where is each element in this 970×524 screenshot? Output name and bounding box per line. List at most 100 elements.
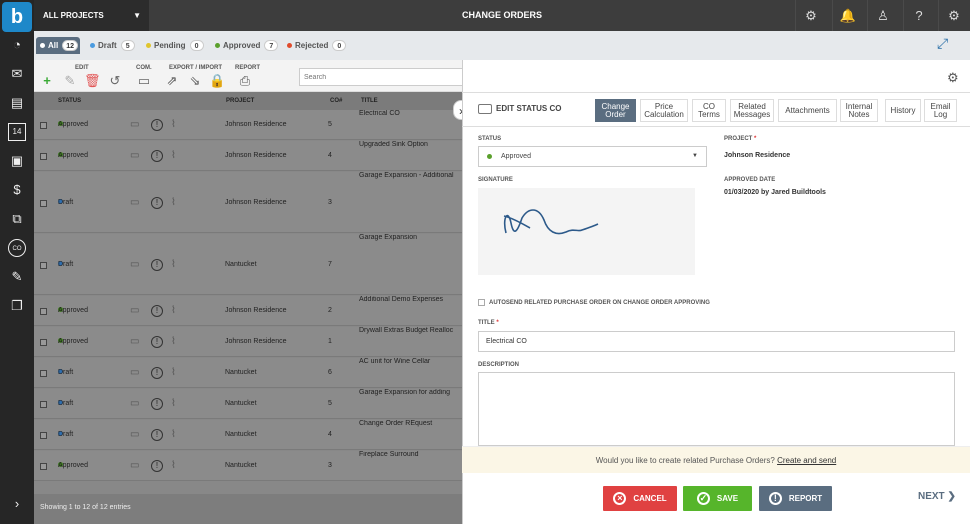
bell-icon[interactable]: 🔔	[832, 0, 863, 31]
alert-icon[interactable]: !	[151, 460, 163, 472]
panel-gear-icon[interactable]: ⚙	[947, 71, 961, 85]
autosend-checkbox[interactable]	[478, 299, 485, 306]
gear-icon[interactable]: ⚙	[938, 0, 969, 31]
table-row[interactable]: Draft ▭! ⌇ Nantucket 4 Change Order REquest	[34, 420, 464, 450]
alert-icon[interactable]: !	[151, 119, 163, 131]
fullscreen-icon[interactable]: ⤢	[937, 35, 948, 52]
alert-icon[interactable]: !	[151, 336, 163, 348]
android-icon[interactable]: ⚙	[795, 0, 826, 31]
alert-icon[interactable]: !	[151, 305, 163, 317]
comment-icon[interactable]: ▭	[130, 429, 139, 440]
row-checkbox[interactable]	[40, 370, 47, 377]
col-co[interactable]: CO#	[330, 98, 342, 104]
import-icon[interactable]: ⇘	[187, 73, 203, 89]
report-button[interactable]: ! REPORT	[759, 486, 832, 511]
add-icon[interactable]: +	[39, 73, 55, 89]
attachment-icon[interactable]: ⌇	[171, 305, 176, 316]
filter-draft[interactable]: Draft 5	[86, 37, 135, 54]
comment-icon[interactable]: ▭	[130, 367, 139, 378]
filter-pending[interactable]: Pending 0	[142, 37, 204, 54]
user-icon[interactable]: ♙	[867, 0, 898, 31]
alert-icon[interactable]: !	[151, 367, 163, 379]
undo-icon[interactable]: ↺	[107, 73, 123, 89]
tab-related-messages[interactable]: Related Messages	[730, 99, 774, 122]
attachment-icon[interactable]: ⌇	[171, 197, 176, 208]
comment-icon[interactable]: ▭	[130, 259, 139, 270]
comment-icon[interactable]: ▭	[130, 336, 139, 347]
row-checkbox[interactable]	[40, 308, 47, 315]
export-icon[interactable]: ⇗	[164, 73, 180, 89]
dashboard-icon[interactable]: ◔	[8, 36, 26, 54]
project-selector[interactable]: ALL PROJECTS ▼	[34, 0, 149, 31]
tab-co-terms[interactable]: CO Terms	[692, 99, 726, 122]
pencil-icon[interactable]: ✎	[62, 73, 78, 89]
signature-pad[interactable]	[478, 188, 695, 275]
app-logo[interactable]: b	[2, 2, 32, 32]
filter-approved[interactable]: Approved 7	[211, 37, 279, 54]
attachment-icon[interactable]: ⌇	[171, 460, 176, 471]
attachment-icon[interactable]: ⌇	[171, 336, 176, 347]
alert-icon[interactable]: !	[151, 429, 163, 441]
comment-icon[interactable]: ▭	[130, 398, 139, 409]
create-and-send-link[interactable]: Create and send	[777, 456, 836, 465]
mail-icon[interactable]: ✉	[8, 65, 26, 83]
alert-icon[interactable]: !	[151, 197, 163, 209]
tab-history[interactable]: History	[885, 99, 921, 122]
table-row[interactable]: Draft ▭! ⌇ Nantucket 7 Garage Expansion	[34, 234, 464, 295]
attachment-icon[interactable]: ⌇	[171, 119, 176, 130]
printer-icon[interactable]: ⎙	[237, 73, 253, 89]
tools-icon[interactable]: ✎	[8, 268, 26, 286]
table-row[interactable]: Approved ▭! ⌇ Nantucket 3 Fireplace Surround	[34, 451, 464, 481]
col-title[interactable]: TITLE	[361, 98, 378, 104]
row-checkbox[interactable]	[40, 463, 47, 470]
comment-icon[interactable]: ▭	[136, 73, 152, 89]
comment-icon[interactable]: ▭	[130, 119, 139, 130]
row-checkbox[interactable]	[40, 401, 47, 408]
briefcase-icon[interactable]: ▣	[8, 152, 26, 170]
tab-attachments[interactable]: Attachments	[778, 99, 837, 122]
comment-icon[interactable]: ▭	[130, 150, 139, 161]
row-checkbox[interactable]	[40, 153, 47, 160]
cancel-button[interactable]: × CANCEL	[603, 486, 677, 511]
attachment-icon[interactable]: ⌇	[171, 429, 176, 440]
alert-icon[interactable]: !	[151, 259, 163, 271]
tab-internal-notes[interactable]: Internal Notes	[840, 99, 878, 122]
row-checkbox[interactable]	[40, 200, 47, 207]
attachment-icon[interactable]: ⌇	[171, 150, 176, 161]
col-status[interactable]: STATUS	[58, 98, 81, 104]
tab-price-calculation[interactable]: Price Calculation	[640, 99, 688, 122]
status-select[interactable]: Approved ▼	[478, 146, 707, 167]
table-row[interactable]: Draft ▭! ⌇ Nantucket 5 Garage Expansion for a…	[34, 389, 464, 419]
table-row[interactable]: Approved ▭! ⌇ Johnson Residence 5 Electrical …	[34, 110, 464, 140]
attachment-icon[interactable]: ⌇	[171, 398, 176, 409]
row-checkbox[interactable]	[40, 432, 47, 439]
col-project[interactable]: PROJECT	[226, 98, 254, 104]
table-row[interactable]: Approved ▭! ⌇ Johnson Residence 2 Additional …	[34, 296, 464, 326]
dollar-icon[interactable]: $	[8, 181, 26, 199]
structure-icon[interactable]: ⧉	[8, 210, 26, 228]
row-checkbox[interactable]	[40, 339, 47, 346]
expand-sidebar-icon[interactable]: ›	[8, 495, 26, 513]
trash-icon[interactable]: 🗑	[84, 73, 101, 89]
save-button[interactable]: ✓ SAVE	[683, 486, 752, 511]
row-checkbox[interactable]	[40, 122, 47, 129]
table-row[interactable]: Draft ▭! ⌇ Nantucket 6 AC unit for Wine Cella…	[34, 358, 464, 388]
comment-icon[interactable]: ▭	[130, 197, 139, 208]
help-icon[interactable]: ?	[903, 0, 934, 31]
tab-change-order[interactable]: Change Order	[595, 99, 636, 122]
table-row[interactable]: Draft ▭! ⌇ Johnson Residence 3 Garage Expansi…	[34, 172, 464, 233]
comment-icon[interactable]: ▭	[130, 460, 139, 471]
clipboard-icon[interactable]: ▤	[8, 94, 26, 112]
comment-icon[interactable]: ▭	[130, 305, 139, 316]
table-row[interactable]: Approved ▭! ⌇ Johnson Residence 4 Upgraded Si…	[34, 141, 464, 171]
row-checkbox[interactable]	[40, 262, 47, 269]
tab-email-log[interactable]: Email Log	[924, 99, 957, 122]
calendar-icon[interactable]: 14	[8, 123, 26, 141]
filter-all[interactable]: All 12	[36, 37, 80, 54]
attachment-icon[interactable]: ⌇	[171, 259, 176, 270]
lock-icon[interactable]: 🔒	[209, 73, 225, 89]
filter-rejected[interactable]: Rejected 0	[283, 37, 347, 54]
co-icon[interactable]: CO	[8, 239, 26, 257]
attachment-icon[interactable]: ⌇	[171, 367, 176, 378]
alert-icon[interactable]: !	[151, 150, 163, 162]
